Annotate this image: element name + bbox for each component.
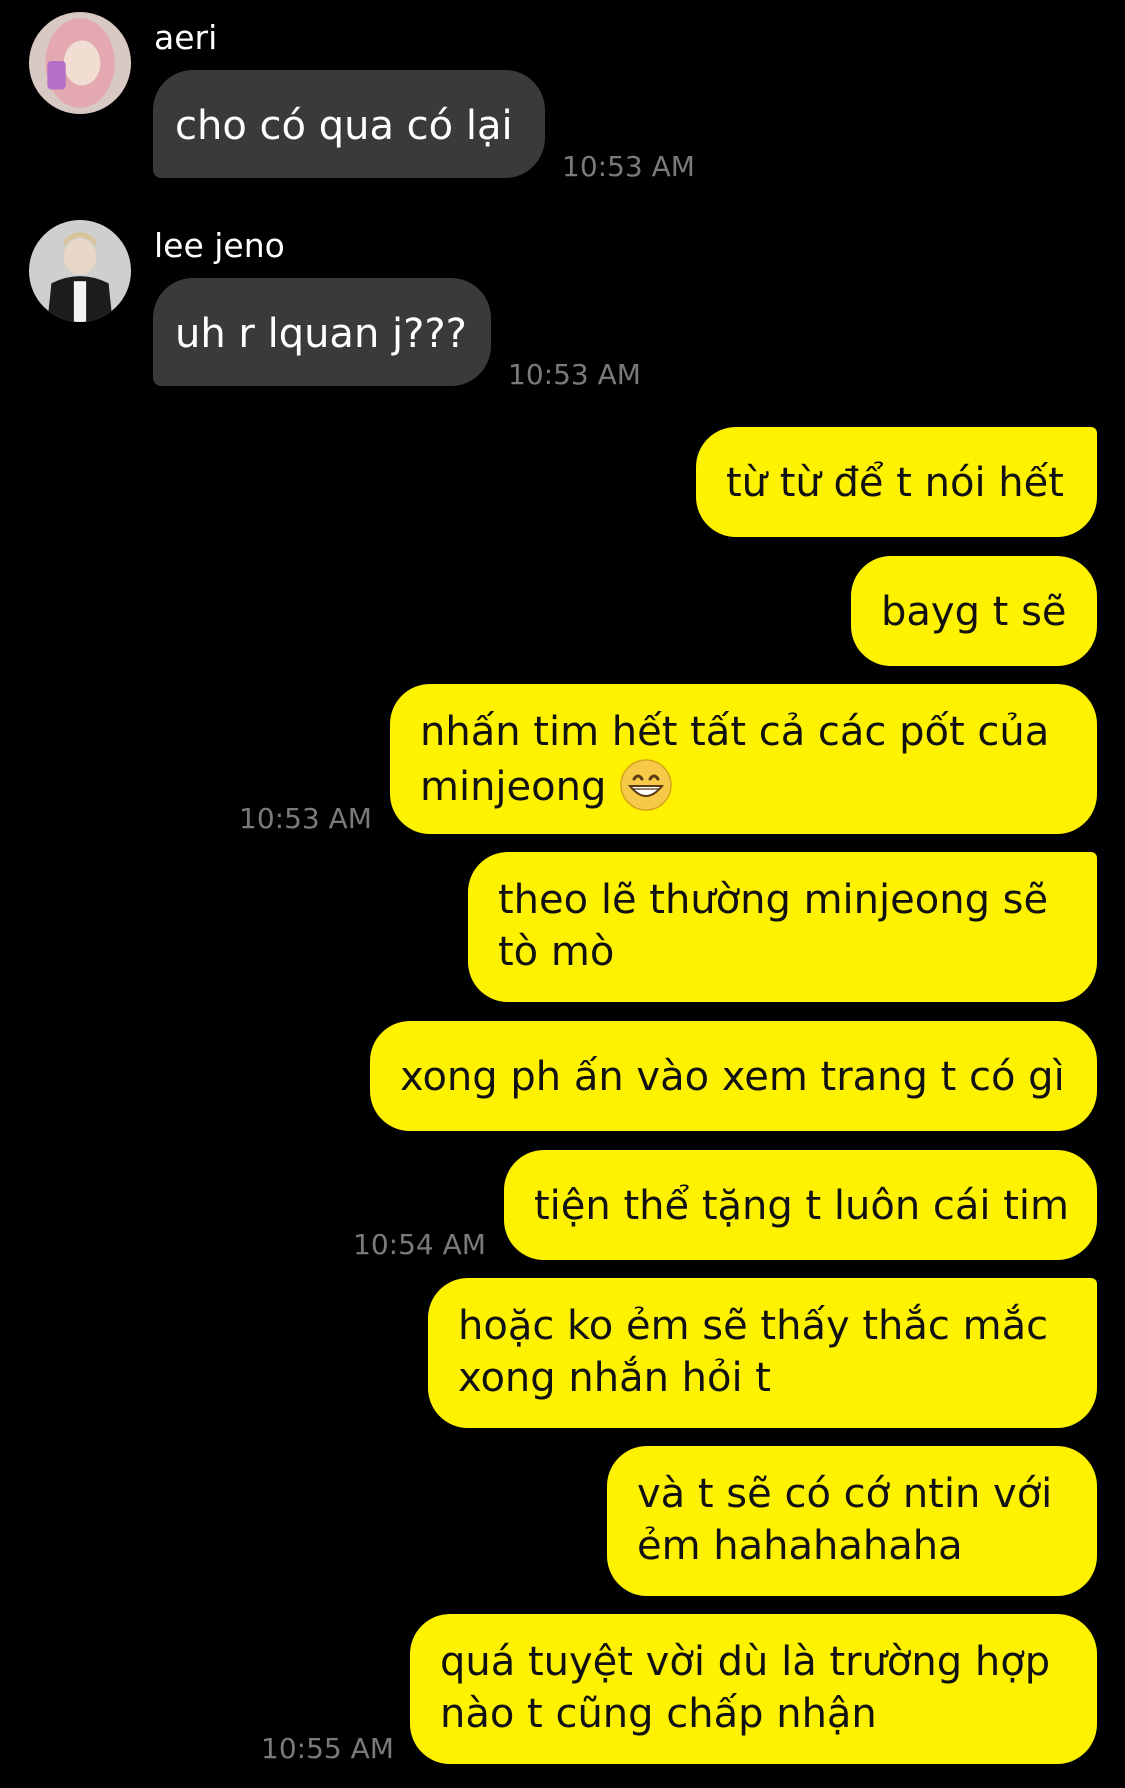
avatar-lee-jeno-image [29,220,131,322]
avatar-lee-jeno[interactable] [29,220,131,322]
message-text: tiện thể tặng t luôn cái tim [534,1183,1069,1229]
message-bubble-outgoing[interactable]: tiện thể tặng t luôn cái tim [504,1150,1097,1260]
message-timestamp: 10:54 AM [353,1228,486,1261]
message-text: xong ph ấn vào xem trang t có gì [400,1054,1065,1100]
message-bubble-outgoing[interactable]: quá tuyệt vời dù là trường hợp nào t cũn… [410,1614,1097,1764]
message-bubble-outgoing[interactable]: hoặc ko ẻm sẽ thấy thắc mắc xong nhắn hỏ… [428,1278,1097,1428]
message-bubble-outgoing[interactable]: nhấn tim hết tất cả các pốt của minjeong [390,684,1097,834]
message-bubble-outgoing[interactable]: từ từ để t nói hết [696,427,1097,537]
message-text: cho có qua có lại [175,103,513,149]
message-text-line: quá tuyệt vời dù là trường hợp [440,1639,1051,1685]
message-text-line-with-emoji: minjeong [420,758,1067,813]
message-text-line: và t sẽ có cớ ntin với [637,1471,1053,1517]
sender-name: aeri [154,18,218,57]
message-bubble-incoming[interactable]: cho có qua có lại [153,70,545,178]
message-text-line: theo lẽ thường minjeong sẽ [498,877,1049,923]
message-text-line: nào t cũng chấp nhận [440,1691,877,1737]
sender-name: lee jeno [154,226,285,265]
message-text-line: hoặc ko ẻm sẽ thấy thắc mắc [458,1303,1049,1349]
message-bubble-incoming[interactable]: uh r lquan j??? [153,278,491,386]
message-timestamp: 10:53 AM [239,802,372,835]
avatar-aeri-image [29,12,131,114]
message-bubble-outgoing[interactable]: xong ph ấn vào xem trang t có gì [370,1021,1097,1131]
message-text-line: tò mò [498,929,615,975]
message-timestamp: 10:55 AM [261,1732,394,1765]
grinning-face-icon [620,759,672,811]
avatar-aeri[interactable] [29,12,131,114]
message-text-line: xong nhắn hỏi t [458,1355,771,1401]
message-text-line: nhấn tim hết tất cả các pốt của [420,709,1050,755]
message-text: bayg t sẽ [881,589,1067,635]
message-text-line: ẻm hahahahaha [637,1523,963,1569]
message-text: từ từ để t nói hết [726,460,1064,506]
message-bubble-outgoing[interactable]: và t sẽ có cớ ntin với ẻm hahahahaha [607,1446,1097,1596]
message-bubble-outgoing[interactable]: bayg t sẽ [851,556,1097,666]
message-bubble-outgoing[interactable]: theo lẽ thường minjeong sẽ tò mò [468,852,1097,1002]
message-timestamp: 10:53 AM [508,358,641,391]
message-timestamp: 10:53 AM [562,150,695,183]
message-text: uh r lquan j??? [175,311,467,357]
